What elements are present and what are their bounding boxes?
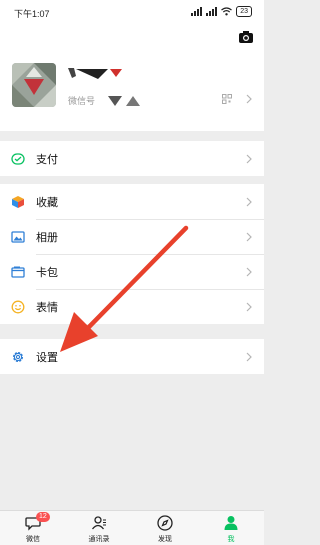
menu-item-stickers[interactable]: 表情	[0, 289, 264, 324]
chevron-right-icon	[246, 94, 252, 104]
tab-chats[interactable]: 12 微信	[0, 511, 66, 545]
avatar[interactable]	[12, 63, 56, 107]
battery-indicator: 23	[236, 6, 252, 17]
menu-item-pay[interactable]: 支付	[0, 141, 264, 176]
signal-2-icon	[206, 7, 218, 16]
menu-item-label: 支付	[36, 152, 58, 166]
wechat-id-redacted	[108, 96, 140, 106]
image-icon	[11, 230, 25, 243]
wechat-me-screen: 下午1:07 23 微信号 支付 收藏 相册 卡包 表情 设置 12 微信 通讯…	[0, 0, 264, 545]
tab-label: 微信	[26, 535, 40, 543]
chevron-right-icon	[246, 267, 252, 276]
bottom-tab-bar: 12 微信 通讯录 发现 我	[0, 510, 264, 545]
tab-discover[interactable]: 发现	[132, 511, 198, 545]
gear-icon	[12, 351, 24, 362]
tab-label: 我	[227, 535, 235, 543]
wallet-icon	[11, 266, 25, 278]
menu-item-label: 收藏	[36, 195, 58, 209]
chevron-right-icon	[246, 197, 252, 206]
tab-contacts[interactable]: 通讯录	[66, 511, 132, 545]
profile-header[interactable]: 微信号	[0, 24, 264, 131]
chevron-right-icon	[246, 302, 252, 311]
pay-group: 支付	[0, 141, 264, 176]
chevron-right-icon	[246, 352, 252, 361]
menu-item-album[interactable]: 相册	[0, 219, 264, 254]
contacts-icon	[91, 516, 106, 530]
status-bar: 下午1:07 23	[0, 0, 264, 24]
wifi-icon	[221, 7, 233, 16]
menu-item-label: 相册	[36, 230, 58, 244]
chevron-right-icon	[246, 232, 252, 241]
services-group: 收藏 相册 卡包 表情	[0, 184, 264, 324]
compass-icon	[157, 515, 173, 531]
chevron-right-icon	[246, 154, 252, 163]
menu-item-settings[interactable]: 设置	[0, 339, 264, 374]
status-icons: 23	[191, 6, 252, 17]
menu-item-cards[interactable]: 卡包	[0, 254, 264, 289]
menu-item-label: 设置	[36, 350, 58, 364]
tab-me[interactable]: 我	[198, 511, 264, 545]
nickname-redacted	[68, 68, 122, 79]
qr-code-icon[interactable]	[222, 94, 232, 104]
tab-label: 通讯录	[88, 535, 110, 543]
person-icon	[224, 516, 238, 530]
tab-label: 发现	[158, 535, 172, 543]
cube-icon	[12, 195, 24, 208]
settings-group: 设置	[0, 339, 264, 374]
menu-item-favorites[interactable]: 收藏	[0, 184, 264, 219]
wechat-id-label: 微信号	[68, 97, 96, 107]
unread-badge: 12	[36, 512, 50, 522]
camera-icon[interactable]	[238, 30, 254, 44]
menu-item-label: 表情	[36, 300, 58, 314]
wechat-pay-icon	[11, 152, 25, 165]
smiley-icon	[11, 300, 25, 313]
status-time: 下午1:07	[14, 9, 50, 19]
signal-icon	[191, 7, 203, 16]
menu-item-label: 卡包	[36, 265, 58, 279]
